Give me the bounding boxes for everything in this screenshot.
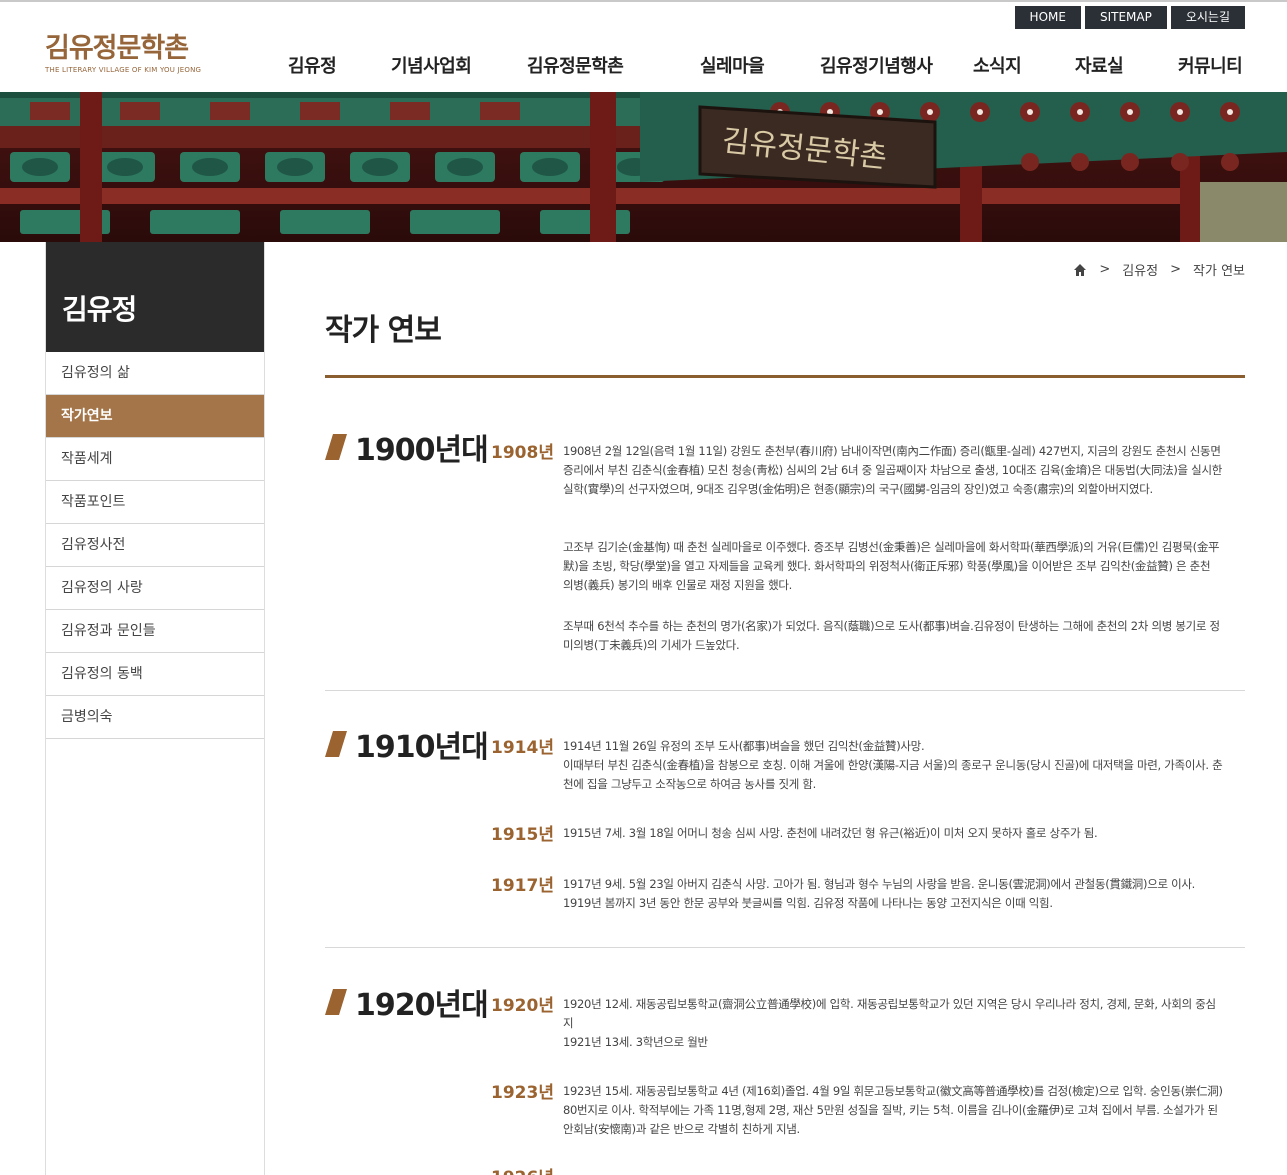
nav-kim-yoo-jeong[interactable]: 김유정	[288, 52, 337, 78]
nav-memorial-events[interactable]: 김유정기념행사	[820, 52, 933, 78]
nav-silre-village[interactable]: 실레마을	[700, 52, 765, 78]
breadcrumb-sep-2: >	[1170, 262, 1182, 277]
decade-heading: 1900년대	[355, 433, 489, 468]
chronology-text: 1914년 11월 26일 유정의 조부 도사(都事)벼슬을 했던 김익찬(金益…	[563, 739, 1223, 791]
year-label: 1908년	[491, 443, 554, 463]
utility-nav: HOME SITEMAP 오시는길	[1014, 6, 1245, 29]
top-border	[0, 0, 1287, 2]
year-label: 1926년	[491, 1163, 554, 1175]
title-divider	[325, 375, 1245, 378]
side-nav-item-camellia[interactable]: 김유정의 동백	[46, 653, 264, 696]
chronology-text: 1908년 2월 12일(음력 1월 11일) 강원도 춘천부(春川府) 남내이…	[563, 444, 1223, 496]
side-nav-item-geumbyeong[interactable]: 금병의숙	[46, 696, 264, 739]
side-nav-item-dictionary[interactable]: 김유정사전	[46, 524, 264, 567]
nav-memorial-society[interactable]: 기념사업회	[391, 52, 472, 78]
page-title: 작가 연보	[325, 313, 442, 348]
decade-section-1900s: 1900년대 1908년 1908년 2월 12일(음력 1월 11일) 강원도…	[325, 425, 1245, 665]
year-label: 1920년	[491, 996, 554, 1016]
decade-heading: 1910년대	[355, 730, 489, 765]
decade-divider	[325, 690, 1245, 691]
breadcrumb-item-1[interactable]: 김유정	[1122, 260, 1158, 279]
side-nav-item-life[interactable]: 김유정의 삶	[46, 352, 264, 395]
hero-banner-image: 김유정문학촌	[0, 92, 1287, 242]
decade-label: 1920년대	[325, 980, 489, 1024]
chronology-text: 1917년 9세. 5월 23일 아버지 김춘식 사망. 고아가 됨. 형님과 …	[563, 877, 1196, 910]
breadcrumb-item-2[interactable]: 작가 연보	[1193, 260, 1245, 279]
nav-archive[interactable]: 자료실	[1075, 52, 1124, 78]
nav-newsletter[interactable]: 소식지	[973, 52, 1022, 78]
slash-mark-icon	[325, 434, 347, 460]
slash-mark-icon	[325, 731, 347, 757]
decade-divider	[325, 947, 1245, 948]
sitemap-link[interactable]: SITEMAP	[1084, 6, 1167, 29]
decade-section-1910s: 1910년대 1914년 1914년 11월 26일 유정의 조부 도사(都事)…	[325, 722, 1245, 922]
directions-link[interactable]: 오시는길	[1170, 6, 1245, 29]
side-nav-item-work-points[interactable]: 작품포인트	[46, 481, 264, 524]
side-nav-title: 김유정	[46, 242, 264, 352]
decade-label: 1910년대	[325, 722, 489, 766]
home-icon[interactable]	[1073, 263, 1087, 277]
decade-label: 1900년대	[325, 425, 489, 469]
year-label: 1923년	[491, 1083, 554, 1103]
side-nav: 김유정 김유정의 삶 작가연보 작품세계 작품포인트 김유정사전 김유정의 사랑…	[45, 242, 265, 1175]
breadcrumb-sep-1: >	[1099, 262, 1111, 277]
home-link[interactable]: HOME	[1014, 6, 1081, 29]
chronology-text: 조부때 6천석 추수를 하는 춘천의 명가(名家)가 되었다. 음직(蔭職)으로…	[563, 619, 1220, 652]
breadcrumb: > 김유정 > 작가 연보	[1073, 260, 1245, 279]
slash-mark-icon	[325, 989, 347, 1015]
year-label: 1915년	[491, 825, 554, 845]
chronology-text: 고조부 김기순(金基恂) 때 춘천 실레마을로 이주했다. 증조부 김병선(金秉…	[563, 540, 1220, 592]
nav-literary-village[interactable]: 김유정문학촌	[527, 52, 624, 78]
chronology-text: 1920년 12세. 재동공립보통학교(齋洞公立普通學校)에 입학. 재동공립보…	[563, 997, 1216, 1049]
chronology-text: 1923년 15세. 재동공립보통학교 4년 (제16회)졸업. 4월 9일 휘…	[563, 1084, 1223, 1136]
side-nav-item-writers[interactable]: 김유정과 문인들	[46, 610, 264, 653]
nav-community[interactable]: 커뮤니티	[1178, 52, 1243, 78]
chronology-text: 1915년 7세. 3월 18일 어머니 청송 심씨 사망. 춘천에 내려갔던 …	[563, 826, 1098, 840]
main-nav: 김유정 기념사업회 김유정문학촌 실레마을 김유정기념행사 소식지 자료실 커뮤…	[0, 52, 1287, 78]
decade-section-1920s: 1920년대 1920년 1920년 12세. 재동공립보통학교(齋洞公立普通學…	[325, 980, 1245, 1175]
year-label: 1914년	[491, 738, 554, 758]
side-nav-item-love[interactable]: 김유정의 사랑	[46, 567, 264, 610]
side-nav-item-chronology[interactable]: 작가연보	[46, 395, 264, 438]
year-label: 1917년	[491, 876, 554, 896]
decade-heading: 1920년대	[355, 988, 489, 1023]
side-nav-item-works[interactable]: 작품세계	[46, 438, 264, 481]
